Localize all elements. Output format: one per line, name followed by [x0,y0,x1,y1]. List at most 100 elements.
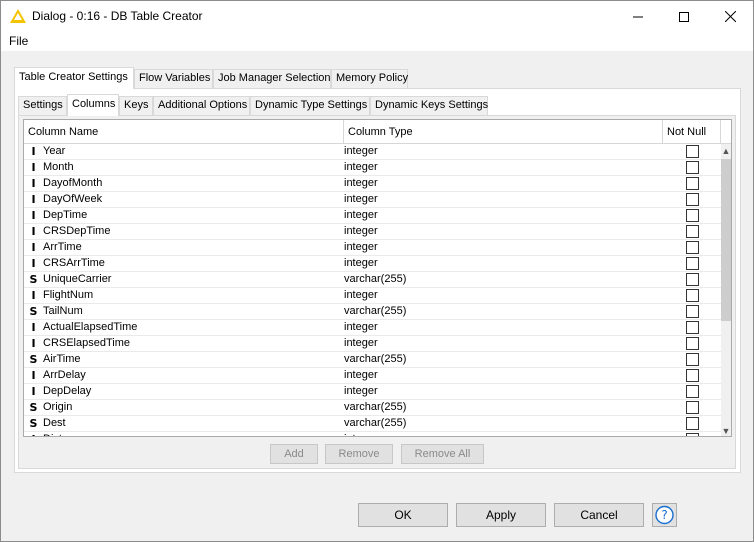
column-type-cell[interactable]: varchar(255) [344,304,406,320]
column-name-cell[interactable]: UniqueCarrier [43,272,111,288]
column-name-cell[interactable]: ActualElapsedTime [43,320,137,336]
column-name-cell[interactable]: Origin [43,400,72,416]
tab-columns[interactable]: Columns [67,94,119,116]
not-null-checkbox[interactable] [686,177,699,190]
column-type-cell[interactable]: integer [344,384,378,400]
column-name-cell[interactable]: AirTime [43,352,80,368]
menu-file[interactable]: File [9,34,28,48]
table-row[interactable]: I DayofMonth integer [24,176,721,192]
table-row[interactable]: I ActualElapsedTime integer [24,320,721,336]
not-null-checkbox[interactable] [686,145,699,158]
column-type-cell[interactable]: integer [344,432,378,436]
column-name-cell[interactable]: CRSElapsedTime [43,336,130,352]
add-button[interactable]: Add [270,444,318,464]
column-type-cell[interactable]: integer [344,144,378,160]
minimize-button[interactable] [615,1,661,32]
maximize-button[interactable] [661,1,707,32]
title-bar[interactable]: Dialog - 0:16 - DB Table Creator [1,1,753,32]
not-null-checkbox[interactable] [686,353,699,366]
scrollbar-thumb[interactable] [721,159,731,321]
not-null-checkbox[interactable] [686,385,699,398]
column-name-cell[interactable]: TailNum [43,304,83,320]
tab-dynamic-keys-settings[interactable]: Dynamic Keys Settings [370,96,488,115]
column-name-cell[interactable]: Year [43,144,65,160]
column-type-cell[interactable]: integer [344,320,378,336]
tab-settings[interactable]: Settings [18,96,67,115]
vertical-scrollbar[interactable]: ▲ ▼ [721,144,731,436]
column-name-cell[interactable]: DepDelay [43,384,91,400]
table-row[interactable]: IDistance integer [24,432,721,436]
cancel-button[interactable]: Cancel [554,503,644,527]
column-type-cell[interactable]: integer [344,256,378,272]
column-name-cell[interactable]: ArrDelay [43,368,86,384]
not-null-checkbox[interactable] [686,401,699,414]
column-name-cell[interactable]: DayOfWeek [43,192,102,208]
table-row[interactable]: I CRSElapsedTime integer [24,336,721,352]
column-name-cell[interactable]: CRSArrTime [43,256,105,272]
tab-job-manager-selection[interactable]: Job Manager Selection [213,69,331,88]
table-row[interactable]: S Dest varchar(255) [24,416,721,432]
not-null-checkbox[interactable] [686,273,699,286]
not-null-checkbox[interactable] [686,289,699,302]
column-type-cell[interactable]: integer [344,208,378,224]
not-null-checkbox[interactable] [686,337,699,350]
table-row[interactable]: I Year integer [24,144,721,160]
column-name-cell[interactable]: CRSDepTime [43,224,110,240]
column-type-cell[interactable]: integer [344,240,378,256]
not-null-checkbox[interactable] [686,433,699,436]
column-name-cell[interactable]: DayofMonth [43,176,102,192]
column-type-cell[interactable]: varchar(255) [344,352,406,368]
column-name-cell[interactable]: FlightNum [43,288,93,304]
column-type-cell[interactable]: varchar(255) [344,272,406,288]
table-row[interactable]: S TailNum varchar(255) [24,304,721,320]
remove-all-button[interactable]: Remove All [401,444,484,464]
column-name-cell[interactable]: Distance [43,432,86,436]
not-null-checkbox[interactable] [686,321,699,334]
close-button[interactable] [707,1,753,32]
tab-additional-options[interactable]: Additional Options [153,96,250,115]
table-row[interactable]: I ArrTime integer [24,240,721,256]
tab-dynamic-type-settings[interactable]: Dynamic Type Settings [250,96,370,115]
table-row[interactable]: I ArrDelay integer [24,368,721,384]
not-null-checkbox[interactable] [686,209,699,222]
tab-flow-variables[interactable]: Flow Variables [134,69,213,88]
ok-button[interactable]: OK [358,503,448,527]
not-null-checkbox[interactable] [686,369,699,382]
column-type-cell[interactable]: integer [344,176,378,192]
header-column-type[interactable]: Column Type [344,120,663,144]
column-type-cell[interactable]: integer [344,288,378,304]
table-row[interactable]: I Month integer [24,160,721,176]
scroll-up-icon[interactable]: ▲ [721,144,731,158]
tab-memory-policy[interactable]: Memory Policy [331,69,408,88]
remove-button[interactable]: Remove [325,444,393,464]
table-row[interactable]: I DayOfWeek integer [24,192,721,208]
table-row[interactable]: S UniqueCarrier varchar(255) [24,272,721,288]
tab-table-creator-settings[interactable]: Table Creator Settings [14,67,134,89]
header-column-name[interactable]: Column Name [24,120,344,144]
column-name-cell[interactable]: Dest [43,416,66,432]
not-null-checkbox[interactable] [686,161,699,174]
table-row[interactable]: I CRSArrTime integer [24,256,721,272]
scroll-down-icon[interactable]: ▼ [721,424,731,436]
column-name-cell[interactable]: Month [43,160,74,176]
column-type-cell[interactable]: integer [344,224,378,240]
column-name-cell[interactable]: ArrTime [43,240,82,256]
column-type-cell[interactable]: integer [344,160,378,176]
not-null-checkbox[interactable] [686,257,699,270]
not-null-checkbox[interactable] [686,417,699,430]
column-type-cell[interactable]: integer [344,368,378,384]
table-row[interactable]: S Origin varchar(255) [24,400,721,416]
column-name-cell[interactable]: DepTime [43,208,87,224]
column-type-cell[interactable]: varchar(255) [344,400,406,416]
column-type-cell[interactable]: varchar(255) [344,416,406,432]
table-row[interactable]: S AirTime varchar(255) [24,352,721,368]
not-null-checkbox[interactable] [686,193,699,206]
table-row[interactable]: I FlightNum integer [24,288,721,304]
table-row[interactable]: I DepTime integer [24,208,721,224]
apply-button[interactable]: Apply [456,503,546,527]
column-type-cell[interactable]: integer [344,192,378,208]
not-null-checkbox[interactable] [686,305,699,318]
table-row[interactable]: I CRSDepTime integer [24,224,721,240]
column-type-cell[interactable]: integer [344,336,378,352]
tab-keys[interactable]: Keys [119,96,153,115]
